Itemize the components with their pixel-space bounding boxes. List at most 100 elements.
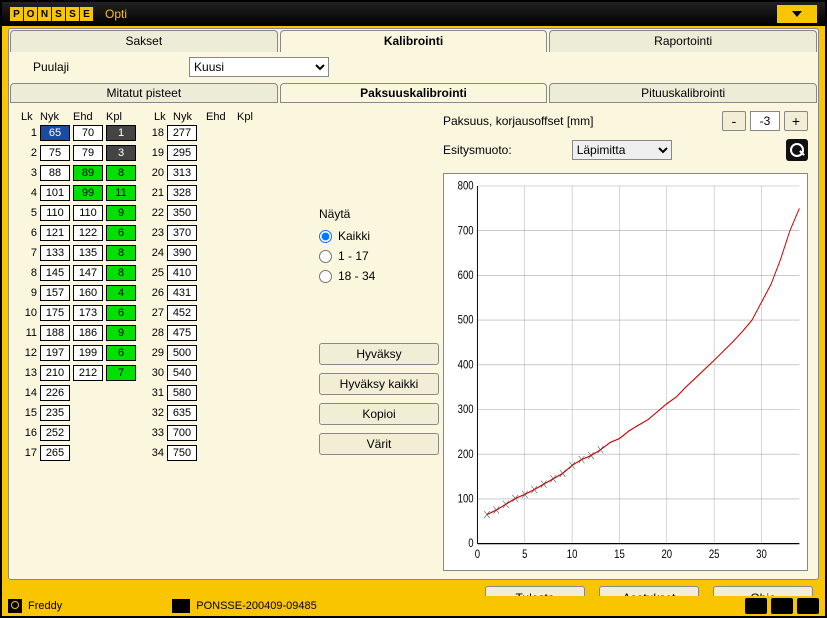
subtab-mitatut[interactable]: Mitatut pisteet [10,83,278,103]
cell-nyk[interactable]: 350 [167,205,197,221]
cell-kpl[interactable]: 9 [106,205,136,221]
table-row: 165701 [21,124,136,141]
cell-nyk[interactable]: 75 [40,145,70,161]
btn-hyvaksy-kaikki[interactable]: Hyväksy kaikki [319,373,439,395]
cell-nyk[interactable]: 88 [40,165,70,181]
cell-nyk[interactable]: 121 [40,225,70,241]
cell-ehd[interactable]: 212 [73,365,103,381]
cell-nyk[interactable]: 500 [167,345,197,361]
cell-ehd[interactable]: 135 [73,245,103,261]
species-select[interactable]: Kuusi [189,57,329,77]
status-user: Freddy [28,600,62,612]
table-row: 51101109 [21,204,136,221]
cell-nyk[interactable]: 133 [40,245,70,261]
offset-plus[interactable]: + [784,111,808,131]
cell-nyk[interactable]: 157 [40,285,70,301]
table-row: 71331358 [21,244,136,261]
expand-icon[interactable] [797,598,819,614]
hdr-kpl: Kpl [106,111,136,123]
titlebar-dropdown[interactable] [777,5,817,23]
subtab-pituus[interactable]: Pituuskalibrointi [549,83,817,103]
radio-1-17[interactable]: 1 - 17 [319,249,439,263]
btn-kopioi[interactable]: Kopioi [319,403,439,425]
cell-nyk[interactable]: 750 [167,445,197,461]
cell-ehd[interactable]: 199 [73,345,103,361]
cell-kpl[interactable]: 6 [106,225,136,241]
cell-nyk[interactable]: 175 [40,305,70,321]
cell-kpl[interactable]: 3 [106,145,136,161]
cell-nyk[interactable]: 110 [40,205,70,221]
cell-nyk[interactable]: 252 [40,425,70,441]
cell-nyk[interactable]: 235 [40,405,70,421]
cell-nyk[interactable]: 210 [40,365,70,381]
cell-nyk[interactable]: 410 [167,265,197,281]
svg-text:700: 700 [458,224,474,237]
svg-text:600: 600 [458,269,474,282]
cell-ehd[interactable]: 122 [73,225,103,241]
dashboard-icon[interactable] [745,598,767,614]
cell-nyk[interactable]: 540 [167,365,197,381]
offset-value[interactable]: -3 [750,111,780,131]
cell-ehd[interactable]: 70 [73,125,103,141]
cell-nyk[interactable]: 452 [167,305,197,321]
cell-nyk[interactable]: 277 [167,125,197,141]
cell-nyk[interactable]: 188 [40,325,70,341]
magnify-icon[interactable] [786,139,808,161]
cell-kpl[interactable]: 7 [106,365,136,381]
offset-minus[interactable]: - [722,111,746,131]
btn-varit[interactable]: Värit [319,433,439,455]
cell-nyk[interactable]: 390 [167,245,197,261]
cell-ehd[interactable]: 173 [73,305,103,321]
table-row: 388898 [21,164,136,181]
svg-text:200: 200 [458,448,474,461]
table-row: 121971996 [21,344,136,361]
cell-nyk[interactable]: 431 [167,285,197,301]
cell-nyk[interactable]: 295 [167,145,197,161]
cell-ehd[interactable]: 99 [73,185,103,201]
cell-kpl[interactable]: 8 [106,265,136,281]
show-label: Näytä [319,207,439,221]
minimize-icon[interactable] [771,598,793,614]
cell-kpl[interactable]: 8 [106,245,136,261]
cell-kpl[interactable]: 8 [106,165,136,181]
subtab-paksuus[interactable]: Paksuuskalibrointi [280,83,548,103]
tab-raportointi[interactable]: Raportointi [549,30,817,52]
table-row: 19295 [148,144,197,161]
cell-ehd[interactable]: 160 [73,285,103,301]
cell-nyk[interactable]: 580 [167,385,197,401]
cell-kpl[interactable]: 4 [106,285,136,301]
cell-ehd[interactable]: 147 [73,265,103,281]
cell-kpl[interactable]: 6 [106,345,136,361]
cell-kpl[interactable]: 1 [106,125,136,141]
cell-kpl[interactable]: 11 [106,185,136,201]
cell-nyk[interactable]: 370 [167,225,197,241]
table-row: 61211226 [21,224,136,241]
cell-nyk[interactable]: 65 [40,125,70,141]
table-row: 28475 [148,324,197,341]
svg-text:0: 0 [475,548,480,561]
cell-nyk[interactable]: 197 [40,345,70,361]
cell-ehd[interactable]: 79 [73,145,103,161]
cell-nyk[interactable]: 700 [167,425,197,441]
hdr-lk: Lk [21,111,37,123]
cell-nyk[interactable]: 101 [40,185,70,201]
cell-nyk[interactable]: 475 [167,325,197,341]
cell-kpl[interactable]: 9 [106,325,136,341]
present-select[interactable]: Läpimitta [572,140,672,160]
cell-kpl[interactable]: 6 [106,305,136,321]
table-row: 16252 [21,424,136,441]
cell-nyk[interactable]: 635 [167,405,197,421]
cell-nyk[interactable]: 265 [40,445,70,461]
tab-sakset[interactable]: Sakset [10,30,278,52]
radio-18-34[interactable]: 18 - 34 [319,269,439,283]
cell-nyk[interactable]: 145 [40,265,70,281]
cell-nyk[interactable]: 328 [167,185,197,201]
cell-ehd[interactable]: 186 [73,325,103,341]
cell-ehd[interactable]: 110 [73,205,103,221]
radio-all[interactable]: Kaikki [319,229,439,243]
cell-nyk[interactable]: 313 [167,165,197,181]
tab-kalibrointi[interactable]: Kalibrointi [280,30,548,52]
cell-ehd[interactable]: 89 [73,165,103,181]
cell-nyk[interactable]: 226 [40,385,70,401]
btn-hyvaksy[interactable]: Hyväksy [319,343,439,365]
